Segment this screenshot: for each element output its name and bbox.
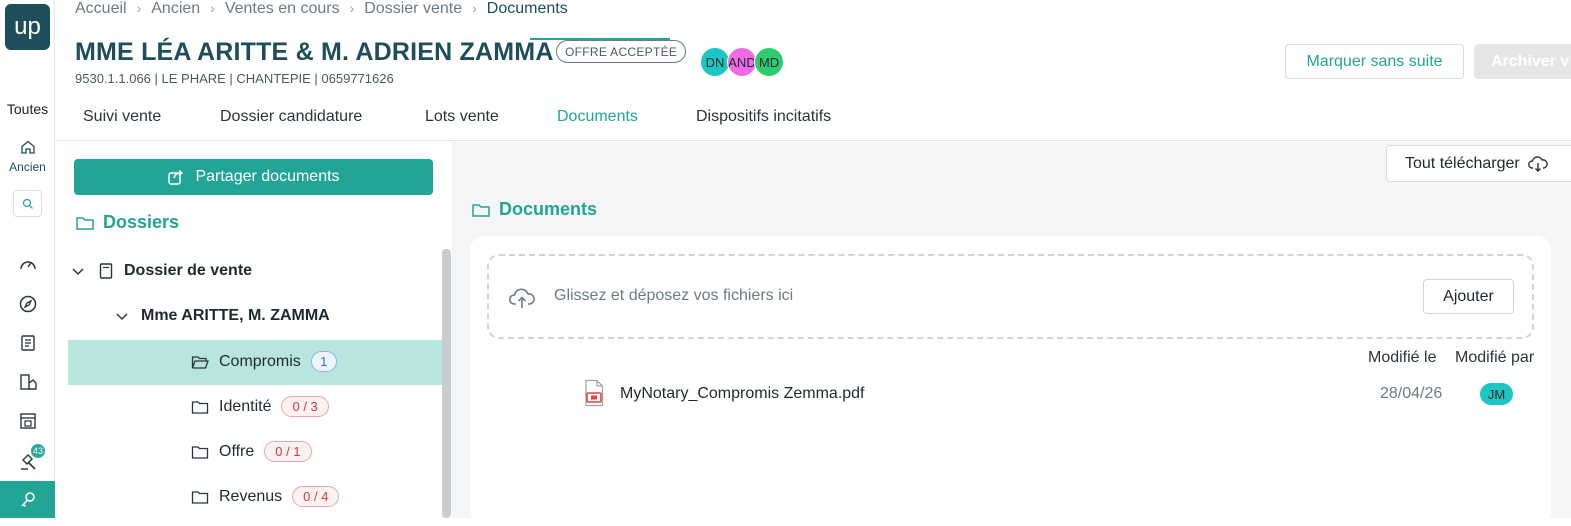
- cloud-upload-icon: [508, 288, 535, 308]
- dossiers-title: Dossiers: [103, 212, 180, 232]
- folder-count-badge: 0 / 1: [264, 441, 312, 462]
- dropzone-text: Glissez et déposez vos fichiers ici: [554, 287, 794, 304]
- folder-icon: [191, 490, 209, 504]
- building-icon: [20, 374, 37, 390]
- rail-toutes-label[interactable]: Toutes: [0, 101, 55, 117]
- board-icon: [20, 413, 36, 429]
- tab-lots-vente[interactable]: Lots vente: [425, 108, 499, 126]
- tab-documents[interactable]: Documents: [557, 108, 638, 126]
- folder-label: Identité: [219, 397, 272, 415]
- tab-dispositifs-incitatifs[interactable]: Dispositifs incitatifs: [696, 108, 831, 126]
- left-rail: up Toutes Ancien 43: [0, 0, 55, 518]
- tree-group-label: Mme ARITTE, M. ZAMMA: [141, 307, 330, 324]
- rail-search-button[interactable]: [13, 190, 42, 217]
- archive-button[interactable]: Archiver v: [1474, 44, 1571, 79]
- folder-offre[interactable]: Offre 0 / 1: [191, 441, 312, 462]
- folder-icon: [191, 400, 209, 414]
- breadcrumb-item[interactable]: Ancien: [151, 0, 200, 17]
- file-modified-date: 28/04/26: [1380, 385, 1443, 402]
- breadcrumb: Accueil › Ancien › Ventes en cours › Dossier v…: [75, 0, 568, 18]
- documents-heading: Documents: [471, 199, 597, 220]
- chevron-down-icon: [116, 313, 128, 321]
- breadcrumb-separator-icon: ›: [472, 0, 477, 16]
- page-title: MME LÉA ARITTE & M. ADRIEN ZAMMA: [75, 38, 554, 66]
- download-all-label: Tout télécharger: [1405, 154, 1520, 172]
- status-badge: OFFRE ACCEPTÉE: [556, 40, 687, 63]
- add-file-button[interactable]: Ajouter: [1423, 279, 1514, 314]
- folder-icon: [472, 203, 490, 217]
- folder-identite[interactable]: Identité 0 / 3: [191, 396, 329, 417]
- breadcrumb-item[interactable]: Dossier vente: [364, 0, 462, 17]
- app-logo[interactable]: up: [5, 4, 50, 50]
- folder-icon: [76, 216, 94, 230]
- folder-count-badge: 1: [310, 351, 337, 372]
- checklist-icon: [21, 335, 35, 351]
- folder-icon: [191, 445, 209, 459]
- folder-label: Compromis: [219, 352, 301, 370]
- avatar[interactable]: AND: [727, 47, 757, 77]
- share-documents-label: Partager documents: [195, 168, 340, 185]
- rail-home-label: Ancien: [9, 160, 46, 174]
- active-tab-indicator: [530, 38, 670, 40]
- tree-group-aritte-zamma[interactable]: Mme ARITTE, M. ZAMMA: [114, 307, 330, 325]
- tab-dossier-candidature[interactable]: Dossier candidature: [220, 108, 362, 126]
- folder-count-badge: 0 / 3: [281, 396, 329, 417]
- tree-root-label: Dossier de vente: [124, 262, 253, 279]
- cloud-download-icon: [1527, 155, 1548, 172]
- mark-without-follow-up-button[interactable]: Marquer sans suite: [1285, 44, 1464, 79]
- folder-count-badge: 0 / 4: [292, 486, 340, 507]
- rail-dashboard-item[interactable]: [17, 254, 39, 276]
- share-icon: [168, 169, 184, 185]
- tab-bar: Suivi vente Dossier candidature Lots ven…: [56, 100, 1571, 141]
- rail-list-item[interactable]: [17, 332, 39, 354]
- notification-badge: 43: [31, 444, 45, 458]
- avatar[interactable]: MD: [754, 47, 784, 77]
- folder-compromis[interactable]: Compromis 1: [191, 351, 337, 372]
- folder-revenus[interactable]: Revenus 0 / 4: [191, 486, 340, 507]
- breadcrumb-item[interactable]: Accueil: [75, 0, 127, 17]
- breadcrumb-separator-icon: ›: [349, 0, 355, 16]
- rail-board-item[interactable]: [17, 410, 39, 432]
- rail-keys-item[interactable]: [0, 481, 55, 518]
- tree-scrollbar[interactable]: [442, 249, 451, 518]
- folder-open-icon: [191, 355, 209, 369]
- folder-label: Offre: [219, 442, 255, 460]
- dossiers-heading: Dossiers: [75, 212, 179, 233]
- share-documents-button[interactable]: Partager documents: [74, 159, 433, 195]
- file-name-link[interactable]: MyNotary_Compromis Zemma.pdf: [620, 385, 865, 403]
- breadcrumb-current: Documents: [486, 0, 568, 17]
- rail-compass-item[interactable]: [17, 293, 39, 315]
- breadcrumb-separator-icon: ›: [136, 0, 142, 16]
- column-header-modified-by[interactable]: Modifié par: [1455, 349, 1534, 367]
- tree-root-dossier-de-vente[interactable]: Dossier de vente: [70, 262, 252, 280]
- pdf-file-icon: [585, 379, 604, 407]
- rail-property-item[interactable]: [17, 371, 39, 393]
- page-subtitle: 9530.1.1.066 | LE PHARE | CHANTEPIE | 06…: [75, 71, 394, 86]
- column-header-modified-on[interactable]: Modifié le: [1368, 349, 1436, 367]
- avatar[interactable]: DN: [700, 47, 730, 77]
- compass-icon: [19, 295, 37, 313]
- file-modified-by-avatar[interactable]: JM: [1480, 383, 1513, 405]
- breadcrumb-separator-icon: ›: [210, 0, 215, 16]
- chevron-down-icon: [72, 268, 84, 276]
- tab-suivi-vente[interactable]: Suivi vente: [83, 108, 161, 126]
- keys-icon: [20, 491, 35, 507]
- folder-label: Revenus: [219, 487, 283, 505]
- gauge-icon: [20, 261, 36, 270]
- documents-title: Documents: [499, 199, 598, 219]
- home-icon: [20, 140, 35, 154]
- search-icon: [22, 198, 33, 209]
- book-icon: [99, 263, 113, 279]
- breadcrumb-item[interactable]: Ventes en cours: [225, 0, 340, 17]
- download-all-button[interactable]: Tout télécharger: [1386, 145, 1571, 182]
- rail-home-item[interactable]: Ancien: [0, 139, 55, 174]
